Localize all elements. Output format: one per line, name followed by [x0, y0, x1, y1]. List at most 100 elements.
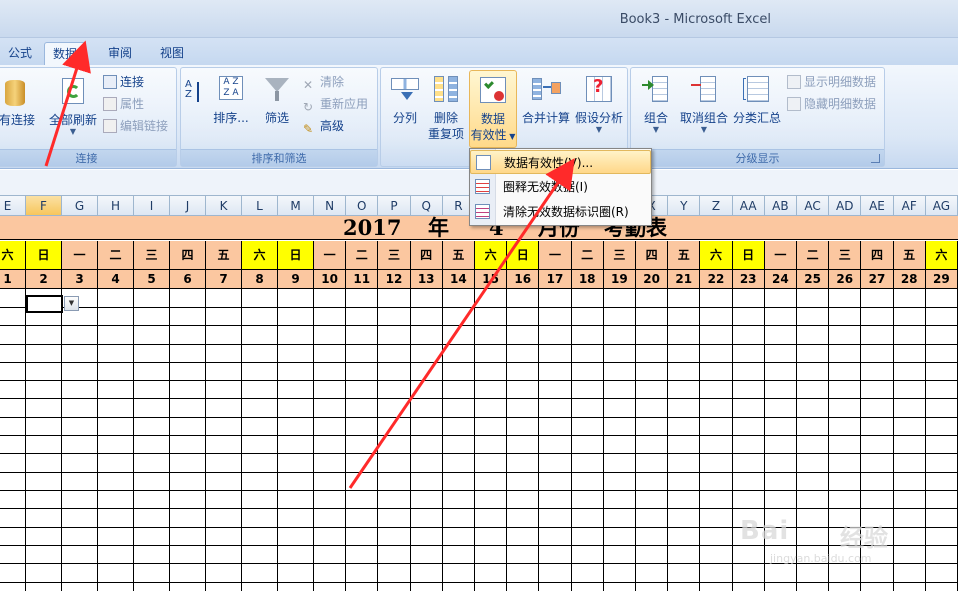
weekday-cell[interactable]: 六 — [242, 241, 278, 270]
refresh-all-button[interactable]: 全部刷新 ▼ — [47, 76, 99, 136]
weekday-cell[interactable]: 一 — [764, 241, 797, 270]
column-header-ad[interactable]: AD — [829, 196, 862, 216]
column-header-p[interactable]: P — [378, 196, 411, 216]
day-cell[interactable]: 13 — [410, 270, 443, 289]
column-header-af[interactable]: AF — [893, 196, 926, 216]
weekday-cell[interactable]: 一 — [314, 241, 347, 270]
day-cell[interactable]: 18 — [571, 270, 604, 289]
dialog-launcher-icon[interactable] — [871, 154, 880, 163]
weekday-cell[interactable]: 二 — [571, 241, 604, 270]
filter-button[interactable]: 筛选 — [259, 74, 295, 126]
day-cell[interactable]: 29 — [925, 270, 958, 289]
day-cell[interactable]: 8 — [242, 270, 278, 289]
weekday-cell[interactable]: 五 — [206, 241, 242, 270]
column-header-m[interactable]: M — [278, 196, 314, 216]
day-cell[interactable]: 17 — [539, 270, 572, 289]
day-cell[interactable]: 25 — [797, 270, 830, 289]
weekday-cell[interactable]: 二 — [346, 241, 379, 270]
day-cell[interactable]: 16 — [507, 270, 540, 289]
menu-item-clear-circles[interactable]: 清除无效数据标识圈(R) — [470, 200, 651, 224]
validation-dropdown-button[interactable]: ▼ — [64, 296, 79, 311]
day-cell[interactable]: 24 — [764, 270, 797, 289]
day-cell[interactable]: 22 — [700, 270, 733, 289]
column-header-ag[interactable]: AG — [925, 196, 958, 216]
text-to-columns-button[interactable]: 分列 — [385, 74, 425, 126]
tab-formulas[interactable]: 公式 — [0, 42, 40, 65]
weekday-cell[interactable]: 五 — [893, 241, 926, 270]
column-header-j[interactable]: J — [170, 196, 206, 216]
column-header-n[interactable]: N — [314, 196, 347, 216]
column-header-h[interactable]: H — [98, 196, 134, 216]
weekday-cell[interactable]: 日 — [278, 241, 314, 270]
weekday-cell[interactable]: 四 — [410, 241, 443, 270]
weekday-cell[interactable]: 三 — [603, 241, 636, 270]
column-header-o[interactable]: O — [346, 196, 379, 216]
day-cell[interactable]: 20 — [636, 270, 669, 289]
show-detail-button[interactable]: 显示明细数据 — [787, 72, 876, 92]
advanced-filter-button[interactable]: ✎ 高级 — [303, 116, 344, 136]
properties-button[interactable]: 属性 — [103, 94, 144, 114]
weekday-cell[interactable]: 六 — [0, 241, 26, 270]
weekday-cell[interactable]: 四 — [636, 241, 669, 270]
what-if-analysis-button[interactable]: ? 假设分析 ▼ — [571, 74, 627, 134]
column-header-q[interactable]: Q — [410, 196, 443, 216]
day-cell[interactable]: 28 — [893, 270, 926, 289]
existing-connections-button[interactable]: 有连接 — [0, 76, 37, 128]
sort-az-button[interactable]: AZ — [185, 78, 207, 114]
day-cell[interactable]: 9 — [278, 270, 314, 289]
weekday-cell[interactable]: 一 — [62, 241, 98, 270]
column-header-ac[interactable]: AC — [797, 196, 830, 216]
weekday-cell[interactable]: 二 — [98, 241, 134, 270]
menu-item-data-validation[interactable]: 数据有效性(V)... — [470, 150, 651, 174]
day-cell[interactable]: 26 — [829, 270, 862, 289]
day-cell[interactable]: 1 — [0, 270, 26, 289]
tab-data[interactable]: 数据 — [44, 42, 87, 65]
day-cell[interactable]: 12 — [378, 270, 411, 289]
clear-button[interactable]: ✕ 清除 — [303, 72, 344, 92]
day-cell[interactable]: 7 — [206, 270, 242, 289]
consolidate-button[interactable]: 合并计算 — [519, 74, 573, 126]
reapply-button[interactable]: ↻ 重新应用 — [303, 94, 368, 114]
day-cell[interactable]: 14 — [442, 270, 475, 289]
column-header-g[interactable]: G — [62, 196, 98, 216]
weekday-cell[interactable]: 五 — [442, 241, 475, 270]
weekday-cell[interactable]: 二 — [797, 241, 830, 270]
column-header-e[interactable]: E — [0, 196, 26, 216]
tab-view[interactable]: 视图 — [152, 42, 192, 65]
active-cell[interactable] — [26, 295, 63, 313]
column-header-i[interactable]: I — [134, 196, 170, 216]
weekday-cell[interactable]: 六 — [925, 241, 958, 270]
sort-button[interactable]: A ZZ A 排序... — [211, 74, 251, 126]
data-validation-button[interactable]: 数据 有效性 ▼ — [469, 70, 517, 148]
weekday-cell[interactable]: 日 — [732, 241, 765, 270]
day-cell[interactable]: 5 — [134, 270, 170, 289]
day-cell[interactable]: 23 — [732, 270, 765, 289]
tab-review[interactable]: 审阅 — [100, 42, 140, 65]
weekday-cell[interactable]: 六 — [475, 241, 508, 270]
column-header-ae[interactable]: AE — [861, 196, 894, 216]
column-header-ab[interactable]: AB — [764, 196, 797, 216]
column-header-l[interactable]: L — [242, 196, 278, 216]
connections-button[interactable]: 连接 — [103, 72, 144, 92]
weekday-cell[interactable]: 三 — [134, 241, 170, 270]
column-header-z[interactable]: Z — [700, 196, 733, 216]
day-cell[interactable]: 2 — [26, 270, 62, 289]
weekday-cell[interactable]: 日 — [26, 241, 62, 270]
day-cell[interactable]: 10 — [314, 270, 347, 289]
day-cell[interactable]: 6 — [170, 270, 206, 289]
weekday-cell[interactable]: 五 — [668, 241, 701, 270]
group-button[interactable]: 组合 ▼ — [635, 74, 677, 134]
column-header-k[interactable]: K — [206, 196, 242, 216]
weekday-cell[interactable]: 三 — [829, 241, 862, 270]
menu-item-circle-invalid[interactable]: 圈释无效数据(I) — [470, 175, 651, 199]
day-cell[interactable]: 3 — [62, 270, 98, 289]
subtotal-button[interactable]: 分类汇总 — [731, 74, 783, 126]
weekday-cell[interactable]: 四 — [170, 241, 206, 270]
weekday-cell[interactable]: 四 — [861, 241, 894, 270]
day-cell[interactable]: 11 — [346, 270, 379, 289]
weekday-cell[interactable]: 日 — [507, 241, 540, 270]
remove-duplicates-button[interactable]: 删除 重复项 — [425, 74, 467, 142]
day-cell[interactable]: 21 — [668, 270, 701, 289]
day-cell[interactable]: 27 — [861, 270, 894, 289]
day-cell[interactable]: 15 — [475, 270, 508, 289]
